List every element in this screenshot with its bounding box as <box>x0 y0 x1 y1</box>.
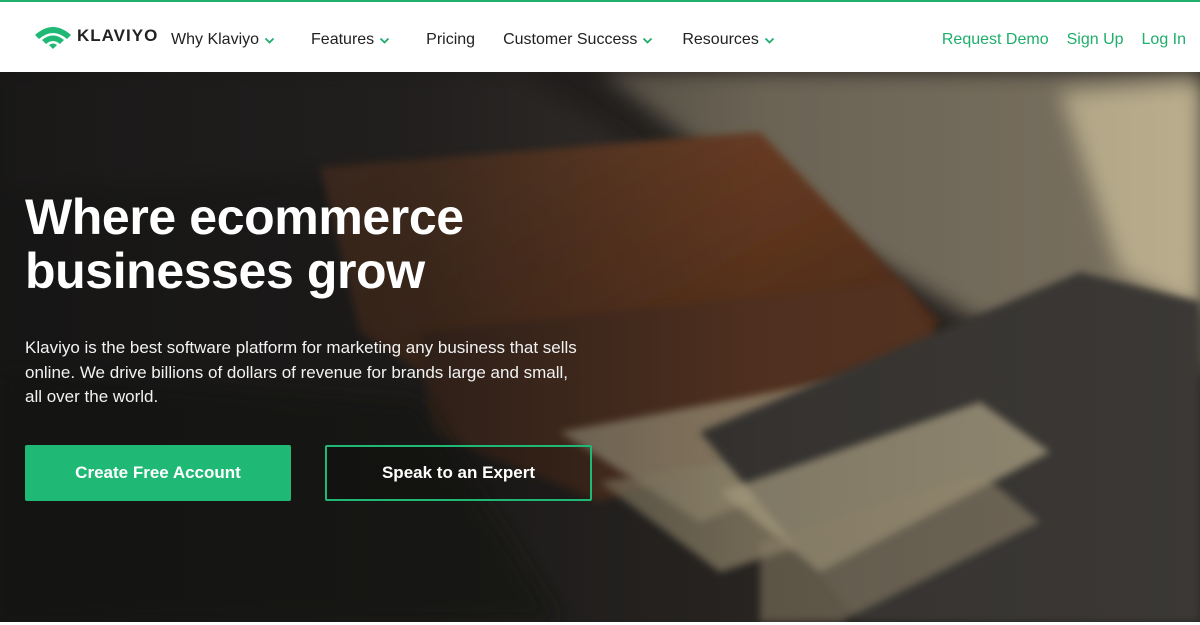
sign-up-link[interactable]: Sign Up <box>1067 31 1124 49</box>
main-nav: Why Klaviyo Features Pricing Customer Su… <box>171 29 775 51</box>
logo-wordmark: KLAVIYO <box>77 26 159 45</box>
nav-features-label: Features <box>311 31 375 48</box>
hero-headline-line-2: businesses grow <box>25 243 425 299</box>
hero-headline: Where ecommerce businesses grow <box>25 190 625 298</box>
chevron-down-icon <box>380 37 390 44</box>
nav-resources-label: Resources <box>682 31 759 48</box>
nav-why-klaviyo[interactable]: Why Klaviyo <box>171 31 275 49</box>
account-links: Request Demo Sign Up Log In <box>942 29 1186 51</box>
hero-section: Where ecommerce businesses grow Klaviyo … <box>0 72 1200 622</box>
klaviyo-wifi-logo-icon <box>35 27 71 49</box>
nav-customer-success[interactable]: Customer Success <box>503 31 653 49</box>
nav-why-klaviyo-label: Why Klaviyo <box>171 31 260 48</box>
nav-customer-success-label: Customer Success <box>503 31 638 48</box>
nav-resources[interactable]: Resources <box>682 31 774 49</box>
hero-headline-line-1: Where ecommerce <box>25 189 464 245</box>
chevron-down-icon <box>643 37 653 44</box>
hero-description: Klaviyo is the best software platform fo… <box>25 338 577 406</box>
nav-pricing-label: Pricing <box>426 31 476 48</box>
nav-pricing[interactable]: Pricing <box>426 31 475 49</box>
request-demo-link[interactable]: Request Demo <box>942 31 1049 49</box>
top-navigation-bar: KLAVIYO Why Klaviyo Features Pricing Cus… <box>0 0 1200 72</box>
speak-to-expert-button[interactable]: Speak to an Expert <box>325 445 592 501</box>
chevron-down-icon <box>264 37 275 44</box>
log-in-link[interactable]: Log In <box>1142 31 1186 49</box>
nav-features[interactable]: Features <box>311 31 390 49</box>
klaviyo-logo[interactable]: KLAVIYO <box>33 23 158 49</box>
chevron-down-icon <box>764 37 774 44</box>
create-free-account-button[interactable]: Create Free Account <box>25 445 291 501</box>
